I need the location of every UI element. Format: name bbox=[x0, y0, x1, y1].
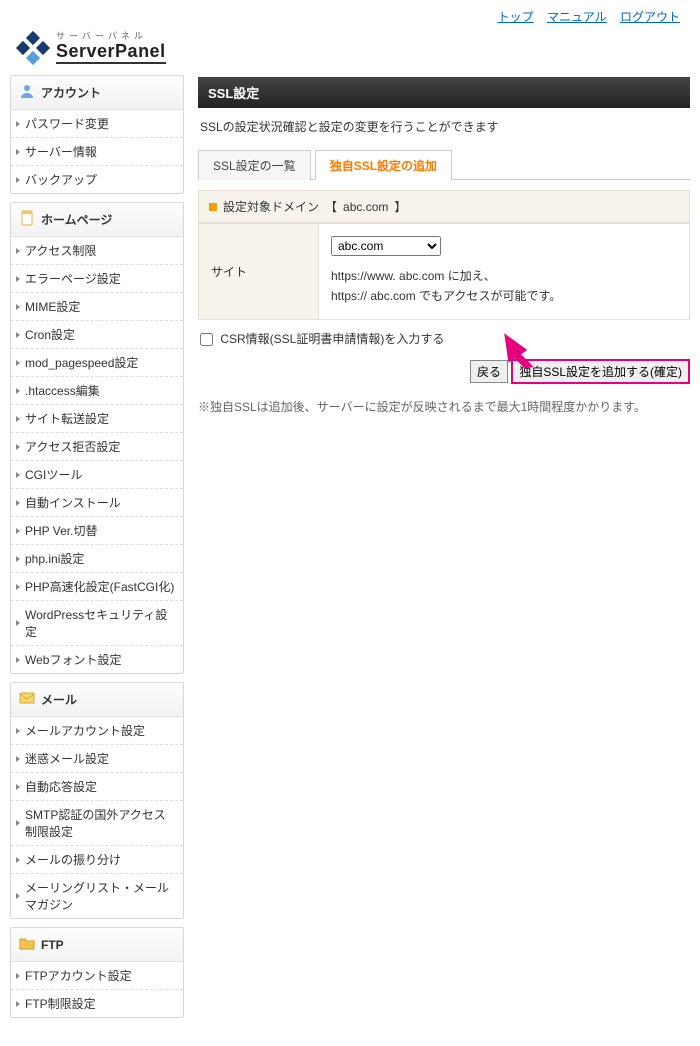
sidebar-item[interactable]: サイト転送設定 bbox=[11, 405, 183, 432]
sidebar-section-title: FTP bbox=[11, 928, 183, 962]
tabs: SSL設定の一覧独自SSL設定の追加 bbox=[198, 149, 690, 180]
square-icon bbox=[209, 203, 217, 211]
sidebar-item[interactable]: サーバー情報 bbox=[11, 138, 183, 165]
sidebar-item[interactable]: Webフォント設定 bbox=[11, 646, 183, 673]
sidebar-item[interactable]: FTP制限設定 bbox=[11, 990, 183, 1017]
sidebar-section: メールメールアカウント設定迷惑メール設定自動応答設定SMTP認証の国外アクセス制… bbox=[10, 682, 184, 919]
logo: サーバーパネル ServerPanel bbox=[16, 31, 700, 65]
sidebar-item[interactable]: .htaccess編集 bbox=[11, 377, 183, 404]
tab[interactable]: SSL設定の一覧 bbox=[198, 150, 311, 180]
page-description: SSLの設定状況確認と設定の変更を行うことができます bbox=[198, 108, 690, 149]
arrow-icon bbox=[500, 329, 542, 374]
toplink-top[interactable]: トップ bbox=[498, 10, 534, 24]
domain-bracket-close: 】 bbox=[394, 198, 406, 215]
csr-row: CSR情報(SSL証明書申請情報)を入力する bbox=[198, 320, 690, 357]
sidebar-section-label: メール bbox=[41, 691, 77, 708]
sidebar-item[interactable]: メールの振り分け bbox=[11, 846, 183, 873]
sidebar-section-label: FTP bbox=[41, 938, 64, 952]
page-icon bbox=[19, 210, 35, 229]
csr-checkbox[interactable] bbox=[200, 333, 213, 346]
header: サーバーパネル ServerPanel bbox=[0, 25, 700, 75]
sidebar-item[interactable]: SMTP認証の国外アクセス制限設定 bbox=[11, 801, 183, 845]
sidebar-item[interactable]: アクセス制限 bbox=[11, 237, 183, 264]
sidebar-item[interactable]: 自動応答設定 bbox=[11, 773, 183, 800]
logo-title: ServerPanel bbox=[56, 42, 166, 65]
sidebar-item[interactable]: CGIツール bbox=[11, 461, 183, 488]
page-title: SSL設定 bbox=[198, 77, 690, 108]
sidebar-item[interactable]: 迷惑メール設定 bbox=[11, 745, 183, 772]
sidebar: アカウントパスワード変更サーバー情報バックアップホームページアクセス制限エラーペ… bbox=[10, 75, 184, 1026]
top-links: トップ マニュアル ログアウト bbox=[0, 0, 700, 25]
toplink-logout[interactable]: ログアウト bbox=[620, 10, 680, 24]
sidebar-item[interactable]: PHP高速化設定(FastCGI化) bbox=[11, 573, 183, 600]
sidebar-section-title: メール bbox=[11, 683, 183, 717]
domain-value: abc.com bbox=[343, 200, 388, 214]
site-label: サイト bbox=[199, 224, 319, 320]
sidebar-item[interactable]: WordPressセキュリティ設定 bbox=[11, 601, 183, 645]
sidebar-section-label: ホームページ bbox=[41, 211, 112, 228]
domain-bar: 設定対象ドメイン 【 abc.com 】 bbox=[198, 190, 690, 223]
sidebar-section-title: アカウント bbox=[11, 76, 183, 110]
user-icon bbox=[19, 83, 35, 102]
sidebar-item[interactable]: バックアップ bbox=[11, 166, 183, 193]
sidebar-item[interactable]: PHP Ver.切替 bbox=[11, 517, 183, 544]
sidebar-section: アカウントパスワード変更サーバー情報バックアップ bbox=[10, 75, 184, 194]
sidebar-item[interactable]: 自動インストール bbox=[11, 489, 183, 516]
sidebar-section-label: アカウント bbox=[41, 84, 101, 101]
tab[interactable]: 独自SSL設定の追加 bbox=[315, 150, 452, 180]
sidebar-item[interactable]: アクセス拒否設定 bbox=[11, 433, 183, 460]
csr-label[interactable]: CSR情報(SSL証明書申請情報)を入力する bbox=[200, 332, 444, 346]
domain-bracket-open: 【 bbox=[325, 198, 337, 215]
footer-note: ※独自SSLは追加後、サーバーに設定が反映されるまで最大1時間程度かかります。 bbox=[198, 390, 690, 415]
sidebar-item[interactable]: Cron設定 bbox=[11, 321, 183, 348]
form-table: サイト abc.com https://www. abc.com に加え、 ht… bbox=[198, 223, 690, 320]
sidebar-item[interactable]: MIME設定 bbox=[11, 293, 183, 320]
toplink-manual[interactable]: マニュアル bbox=[547, 10, 607, 24]
sidebar-section: FTP FTPアカウント設定FTP制限設定 bbox=[10, 927, 184, 1018]
sidebar-item[interactable]: エラーページ設定 bbox=[11, 265, 183, 292]
logo-icon bbox=[16, 31, 50, 65]
sidebar-item[interactable]: メーリングリスト・メールマガジン bbox=[11, 874, 183, 918]
sidebar-section: ホームページアクセス制限エラーページ設定MIME設定Cron設定mod_page… bbox=[10, 202, 184, 674]
sidebar-section-title: ホームページ bbox=[11, 203, 183, 237]
site-note: https://www. abc.com に加え、 https:// abc.c… bbox=[331, 266, 677, 307]
folder-icon bbox=[19, 935, 35, 954]
button-row: 戻る 独自SSL設定を追加する(確定) bbox=[198, 357, 690, 390]
mail-icon bbox=[19, 690, 35, 709]
site-select[interactable]: abc.com bbox=[331, 236, 441, 256]
sidebar-item[interactable]: FTPアカウント設定 bbox=[11, 962, 183, 989]
sidebar-item[interactable]: メールアカウント設定 bbox=[11, 717, 183, 744]
main-content: SSL設定 SSLの設定状況確認と設定の変更を行うことができます SSL設定の一… bbox=[198, 75, 690, 1026]
domain-label: 設定対象ドメイン bbox=[223, 198, 319, 215]
sidebar-item[interactable]: php.ini設定 bbox=[11, 545, 183, 572]
sidebar-item[interactable]: mod_pagespeed設定 bbox=[11, 349, 183, 376]
sidebar-item[interactable]: パスワード変更 bbox=[11, 110, 183, 137]
